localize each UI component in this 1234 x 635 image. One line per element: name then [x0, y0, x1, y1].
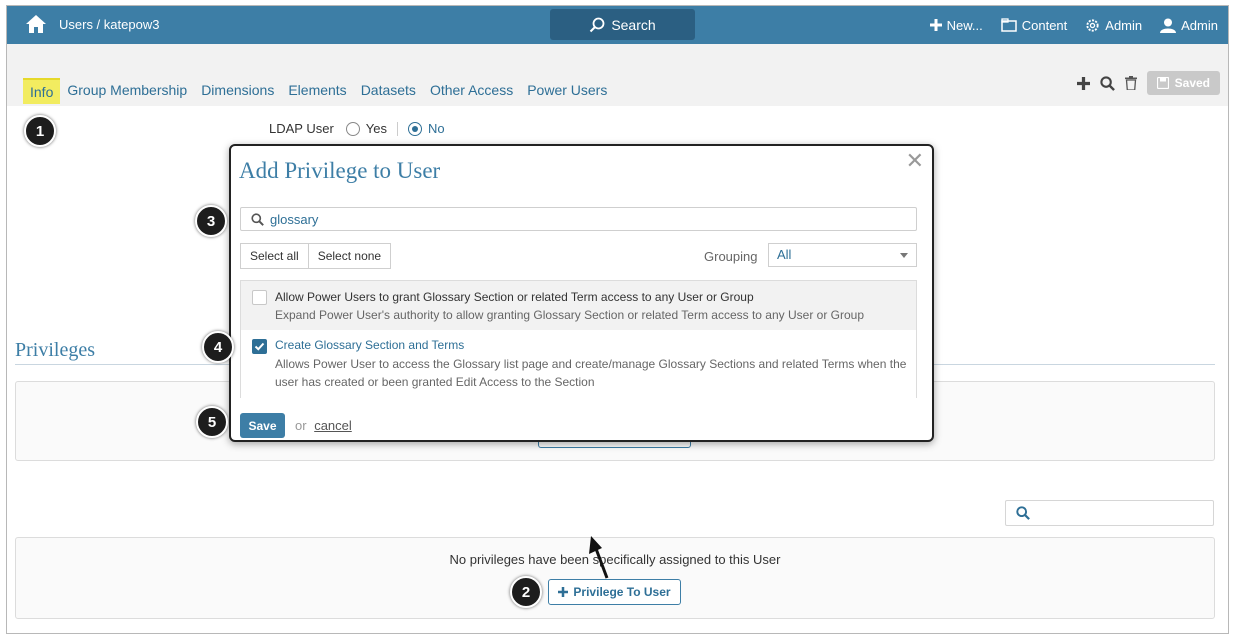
pointer-arrow-icon [589, 536, 609, 579]
callout-badge: 1 [24, 115, 56, 147]
add-privilege-modal: Add Privilege to User ✕ glossary Select … [229, 144, 934, 442]
search-value: glossary [270, 211, 319, 227]
add-privilege-button[interactable]: Privilege To User [548, 579, 681, 605]
divider [397, 121, 399, 136]
top-nav: New... Content Admin Admin [929, 6, 1218, 44]
content-icon [1000, 18, 1017, 32]
top-bar: Users / katepow3 Search New... Content A… [7, 6, 1228, 44]
caret-down-icon [900, 253, 908, 258]
tab-power-users[interactable]: Power Users [520, 78, 614, 102]
ldap-label: LDAP User [269, 121, 334, 136]
user-menu-label: Admin [1181, 17, 1218, 33]
tab-other-access[interactable]: Other Access [423, 78, 520, 102]
callout-badge: 5 [196, 406, 228, 438]
global-search-button[interactable]: Search [550, 9, 695, 40]
saved-label: Saved [1174, 76, 1210, 90]
cancel-link[interactable]: cancel [314, 418, 352, 433]
grouping-value: All [777, 247, 792, 262]
select-none-button[interactable]: Select none [308, 243, 392, 269]
add-icon[interactable] [1076, 76, 1090, 90]
privileges-filter-input[interactable] [1005, 500, 1214, 526]
search-icon [251, 212, 264, 226]
or-cancel: or cancel [295, 418, 352, 433]
user-icon [1160, 18, 1177, 33]
admin-menu[interactable]: Admin [1085, 18, 1142, 33]
plus-icon [929, 19, 942, 31]
callout-badge: 3 [195, 205, 227, 237]
save-button[interactable]: Save [240, 413, 285, 438]
list-item[interactable]: Create Glossary Section and Terms Allows… [241, 330, 916, 398]
privilege-checkbox[interactable] [252, 290, 267, 305]
tab-datasets[interactable]: Datasets [354, 78, 423, 102]
callout-badge: 2 [510, 576, 542, 608]
privileges-title: Privileges [15, 339, 95, 361]
privilege-checkbox[interactable] [252, 339, 267, 354]
or-text: or [295, 418, 307, 433]
selection-buttons: Select all Select none [240, 243, 392, 269]
privilege-search-input[interactable]: glossary [240, 207, 917, 231]
admin-menu-label: Admin [1105, 17, 1143, 33]
privilege-title[interactable]: Create Glossary Section and Terms [275, 338, 464, 352]
grouping-label: Grouping [704, 249, 758, 264]
select-all-button[interactable]: Select all [240, 243, 309, 269]
ldap-yes-label[interactable]: Yes [366, 121, 387, 136]
ldap-user-row: LDAP User Yes No [269, 121, 445, 136]
content-menu-label: Content [1021, 17, 1068, 33]
app-window: Users / katepow3 Search New... Content A… [6, 5, 1229, 634]
ldap-no-radio[interactable] [408, 121, 423, 136]
callout-badge: 4 [202, 331, 234, 363]
tab-info[interactable]: Info [23, 78, 61, 104]
new-menu[interactable]: New... [929, 17, 983, 33]
saved-button[interactable]: Saved [1146, 71, 1220, 95]
new-menu-label: New... [946, 17, 983, 33]
modal-title: Add Privilege to User [239, 158, 441, 183]
tab-tools: Saved [1076, 71, 1220, 95]
user-privileges-panel: No privileges have been specifically ass… [15, 537, 1215, 619]
list-item[interactable]: Allow Power Users to grant Glossary Sect… [241, 281, 916, 330]
tab-list: Info Group Membership Dimensions Element… [23, 78, 614, 104]
privilege-description: Allows Power User to access the Glossary… [275, 357, 907, 389]
user-menu[interactable]: Admin [1160, 18, 1218, 33]
close-icon[interactable]: ✕ [906, 150, 924, 172]
privilege-list: Allow Power Users to grant Glossary Sect… [240, 280, 917, 398]
breadcrumb[interactable]: Users / katepow3 [59, 17, 159, 32]
tab-dimensions[interactable]: Dimensions [194, 78, 281, 102]
search-label: Search [611, 16, 656, 33]
empty-state-text: No privileges have been specifically ass… [449, 552, 781, 567]
gear-icon [1086, 18, 1099, 32]
search-icon [590, 17, 605, 32]
content-menu[interactable]: Content [1000, 17, 1068, 33]
plus-icon [558, 587, 569, 597]
check-icon [254, 342, 265, 351]
privilege-title: Allow Power Users to grant Glossary Sect… [275, 290, 754, 304]
ldap-yes-radio[interactable] [345, 121, 360, 136]
trash-icon[interactable] [1124, 76, 1137, 90]
search-icon [1016, 506, 1030, 520]
ldap-no-label[interactable]: No [428, 121, 445, 136]
search-icon[interactable] [1100, 75, 1115, 91]
tab-group-membership[interactable]: Group Membership [60, 78, 194, 102]
tabs-bar: Info Group Membership Dimensions Element… [7, 44, 1228, 106]
home-icon[interactable] [25, 14, 47, 34]
grouping-select[interactable]: All [768, 243, 917, 267]
tab-elements[interactable]: Elements [281, 78, 353, 102]
privilege-description: Expand Power User's authority to allow g… [275, 308, 865, 322]
floppy-icon [1156, 77, 1169, 89]
add-privilege-label: Privilege To User [573, 585, 671, 599]
